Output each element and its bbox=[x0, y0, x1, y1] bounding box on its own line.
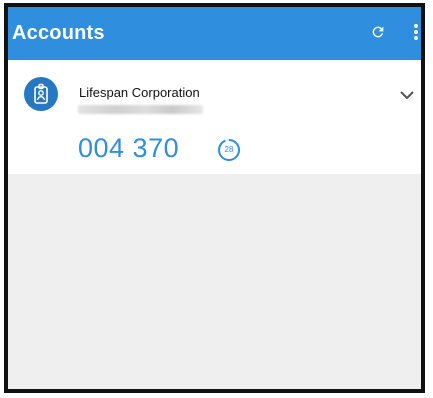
chevron-down-icon bbox=[400, 91, 414, 99]
app-window: Accounts Lifespan Corporation 004 370 28 bbox=[4, 3, 425, 393]
refresh-icon bbox=[372, 26, 384, 38]
account-avatar bbox=[24, 77, 58, 111]
id-badge-icon bbox=[34, 83, 48, 104]
app-bar: Accounts bbox=[8, 7, 421, 60]
page-title: Accounts bbox=[12, 22, 105, 44]
timer-seconds: 28 bbox=[224, 145, 234, 154]
more-vert-icon bbox=[414, 24, 418, 40]
more-options-button[interactable] bbox=[399, 15, 421, 49]
account-username-redacted bbox=[78, 105, 203, 114]
expand-button[interactable] bbox=[398, 88, 416, 102]
refresh-button[interactable] bbox=[361, 15, 395, 49]
account-card[interactable]: Lifespan Corporation 004 370 28 bbox=[8, 60, 421, 174]
countdown-timer: 28 bbox=[217, 138, 241, 162]
otp-code: 004 370 bbox=[78, 133, 180, 163]
account-name: Lifespan Corporation bbox=[79, 85, 200, 100]
